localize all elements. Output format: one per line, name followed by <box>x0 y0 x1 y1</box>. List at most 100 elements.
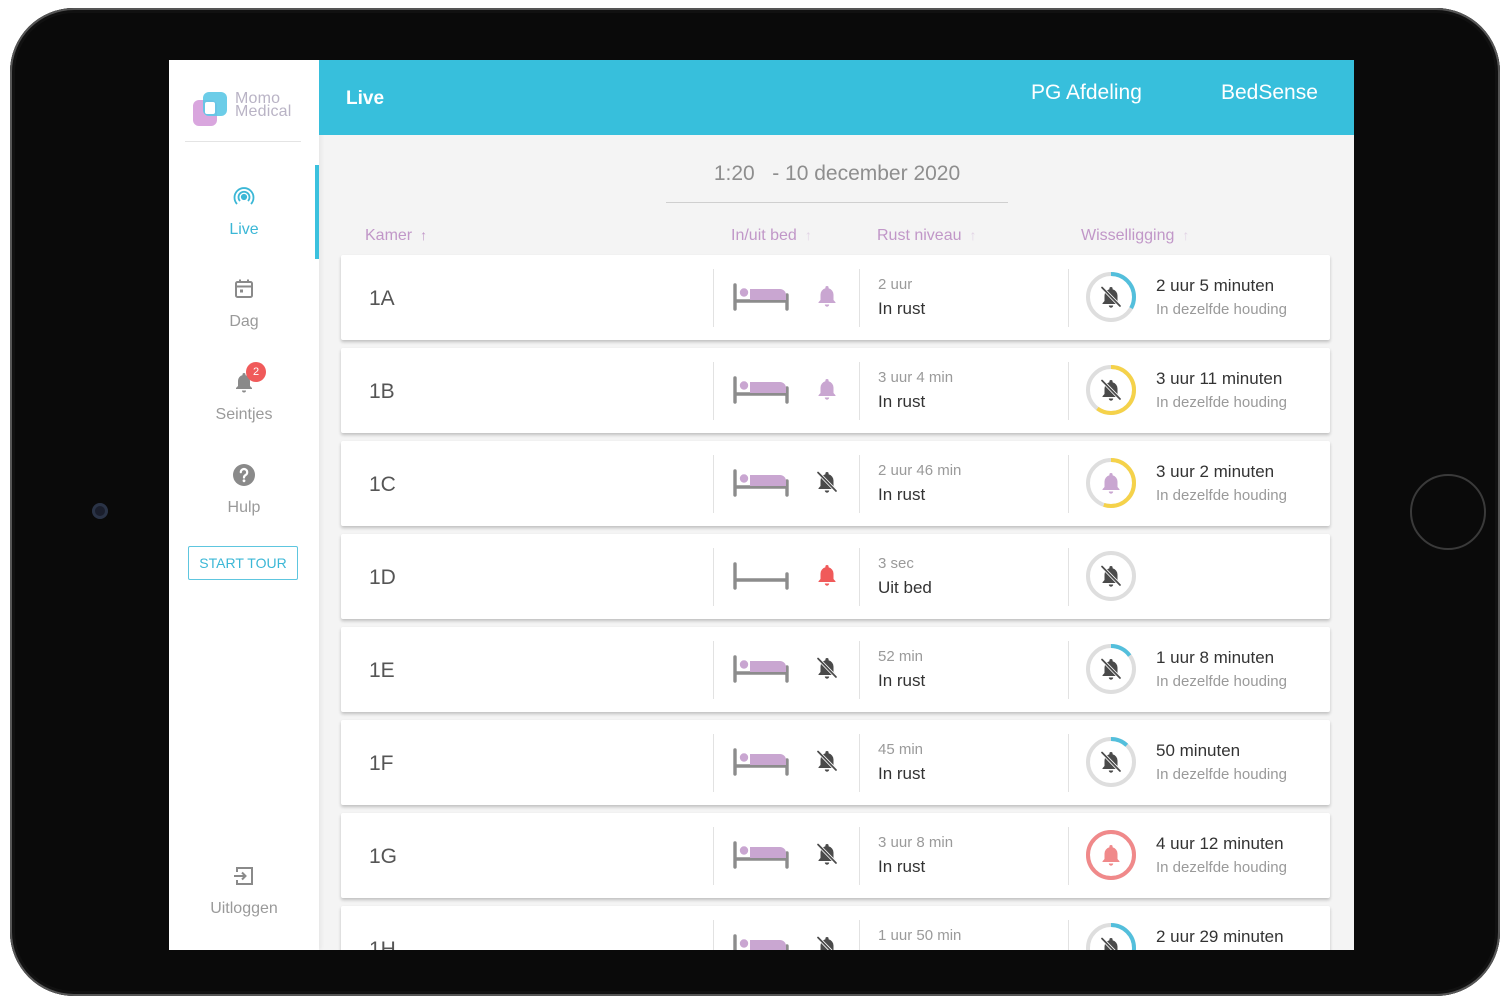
bell-off-icon[interactable] <box>1099 284 1123 310</box>
rest-duration: 1 uur 50 min <box>878 927 962 944</box>
position-duration: 1 uur 8 minuten <box>1156 648 1275 667</box>
bell-off-icon[interactable] <box>815 934 839 950</box>
bell-off-icon[interactable] <box>1099 377 1123 403</box>
rest-state: In rust <box>878 485 926 504</box>
column-divider <box>713 827 714 885</box>
position-progress-ring <box>1085 922 1137 950</box>
table-row[interactable]: 1H1 uur 50 minIn rust2 uur 29 minutenIn … <box>341 906 1330 950</box>
position-progress-ring <box>1085 550 1137 602</box>
column-label: Wisselligging <box>1081 227 1175 244</box>
column-divider <box>1068 548 1069 606</box>
position-status: In dezelfde houding <box>1156 673 1287 690</box>
camera-icon <box>92 503 108 519</box>
logo-text: Momo Medical <box>235 91 292 120</box>
sort-up-icon: ↑ <box>969 227 977 243</box>
rest-state: In rust <box>878 392 926 411</box>
rest-duration: 2 uur <box>878 276 913 293</box>
room-number: 1E <box>369 659 395 682</box>
sidebar-item-label: Hulp <box>227 499 261 516</box>
table-row[interactable]: 1F 45 min In rust 50 minuten In dezelfde hou… <box>341 720 1330 805</box>
column-divider <box>1068 455 1069 513</box>
start-tour-button[interactable]: START TOUR <box>188 546 298 580</box>
sidebar-item-label: Live <box>229 221 259 238</box>
position-duration: 2 uur 5 minuten <box>1156 276 1275 295</box>
logout-button[interactable]: Uitloggen <box>169 864 319 944</box>
bell-off-icon[interactable] <box>815 841 839 867</box>
column-header-position[interactable]: Wisselligging ↑ <box>1081 227 1189 245</box>
datetime-divider <box>666 202 1008 203</box>
page-title: Live <box>346 88 385 109</box>
table-row[interactable]: 1E 52 min In rust 1 uur 8 minuten In dezelfd… <box>341 627 1330 712</box>
logout-label: Uitloggen <box>210 900 278 917</box>
rest-state: In rust <box>878 857 926 876</box>
room-number: 1H <box>369 938 396 950</box>
column-label: Rust niveau <box>877 227 962 244</box>
position-status: In dezelfde houding <box>1156 487 1287 504</box>
column-header-rest[interactable]: Rust niveau ↑ <box>877 227 977 245</box>
position-status: In dezelfde houding <box>1156 766 1287 783</box>
column-header-in-out[interactable]: In/uit bed ↑ <box>731 227 812 245</box>
bell-off-icon[interactable] <box>815 748 839 774</box>
column-divider <box>713 641 714 699</box>
department-selector[interactable]: PG Afdeling <box>1031 81 1142 105</box>
home-button[interactable] <box>1410 474 1486 550</box>
current-date: - 10 december 2020 <box>772 162 961 185</box>
column-divider <box>1068 734 1069 792</box>
column-divider <box>1068 362 1069 420</box>
sidebar-item-live[interactable]: Live <box>169 185 319 265</box>
bed-occupied-icon <box>733 746 789 778</box>
sidebar-item-seintjes[interactable]: 2 Seintjes <box>169 362 319 450</box>
table-row[interactable]: 1B 3 uur 4 min In rust 3 uur 11 minuten In d… <box>341 348 1330 433</box>
column-divider <box>859 269 860 327</box>
bell-icon[interactable] <box>815 376 839 402</box>
bell-icon[interactable] <box>1099 842 1123 868</box>
position-progress-ring <box>1085 829 1137 881</box>
sort-up-icon: ↑ <box>420 227 428 243</box>
bell-icon[interactable] <box>1099 470 1123 496</box>
bell-off-icon[interactable] <box>1099 935 1123 950</box>
table-row[interactable]: 1D 3 sec Uit bed <box>341 534 1330 619</box>
sidebar-item-label: Seintjes <box>215 406 273 423</box>
bell-icon[interactable] <box>815 283 839 309</box>
position-status: In dezelfde houding <box>1156 859 1287 876</box>
bed-occupied-icon <box>733 467 789 499</box>
rest-duration: 3 uur 8 min <box>878 834 954 851</box>
bell-off-icon[interactable] <box>1099 656 1123 682</box>
position-duration: 50 minuten <box>1156 741 1241 760</box>
column-divider <box>859 362 860 420</box>
datetime: 1:20 - 10 december 2020 <box>666 162 1008 186</box>
column-header-room[interactable]: Kamer ↑ <box>365 227 427 245</box>
position-duration: 3 uur 11 minuten <box>1156 369 1283 388</box>
sidebar-item-hulp[interactable]: Hulp <box>169 463 319 543</box>
logo-line-2: Medical <box>235 103 292 120</box>
table-row[interactable]: 1A 2 uur In rust 2 uur 5 minuten In dezelfde… <box>341 255 1330 340</box>
column-divider <box>1068 920 1069 950</box>
room-number: 1A <box>369 287 395 310</box>
column-label: Kamer <box>365 227 413 244</box>
bell-alarm-icon[interactable] <box>815 562 839 588</box>
app-screen: Momo Medical Live Dag 2 Seintjes Hulp ST… <box>169 60 1354 950</box>
product-link[interactable]: BedSense <box>1221 81 1318 105</box>
column-divider <box>713 548 714 606</box>
column-divider <box>859 920 860 950</box>
position-duration: 3 uur 2 minuten <box>1156 462 1275 481</box>
bed-occupied-icon <box>733 839 789 871</box>
column-divider <box>859 827 860 885</box>
rest-duration: 2 uur 46 min <box>878 462 962 479</box>
bell-off-icon[interactable] <box>815 655 839 681</box>
table-row[interactable]: 1G 3 uur 8 min In rust 4 uur 12 minuten In d… <box>341 813 1330 898</box>
column-divider <box>713 920 714 950</box>
current-time: 1:20 <box>713 162 755 185</box>
bell-off-icon[interactable] <box>1099 563 1123 589</box>
bell-off-icon[interactable] <box>1099 749 1123 775</box>
sidebar-item-label: Dag <box>229 313 259 330</box>
table-row[interactable]: 1C 2 uur 46 min In rust 3 uur 2 minuten In d… <box>341 441 1330 526</box>
rest-duration: 3 uur 4 min <box>878 369 954 386</box>
sort-up-icon: ↑ <box>1182 227 1190 243</box>
rest-state: In rust <box>878 764 926 783</box>
column-divider <box>859 641 860 699</box>
column-divider <box>1068 641 1069 699</box>
calendar-icon <box>235 279 253 298</box>
sidebar-item-dag[interactable]: Dag <box>169 277 319 357</box>
bell-off-icon[interactable] <box>815 469 839 495</box>
